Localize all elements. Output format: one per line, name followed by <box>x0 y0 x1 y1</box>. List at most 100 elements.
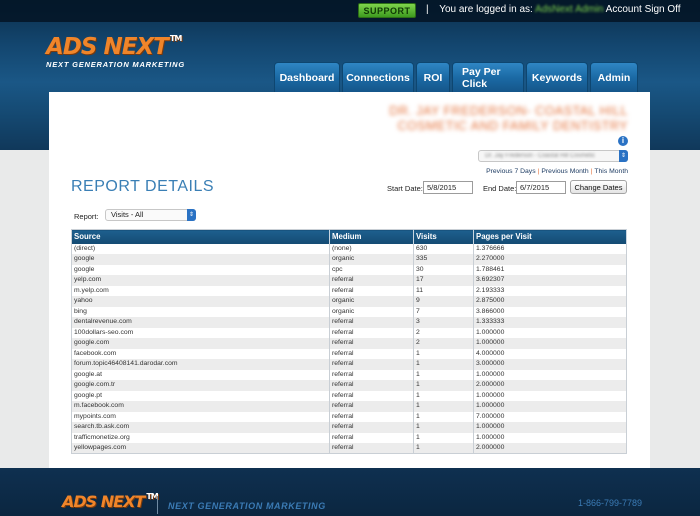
table-row: 100dollars-seo.com referral 2 1.000000 <box>71 327 627 338</box>
table-row: trafficmonetize.org referral 1 1.000000 <box>71 432 627 443</box>
tab-admin[interactable]: Admin <box>590 62 638 92</box>
cell-pages-per-visit: 1.000000 <box>473 338 627 349</box>
top-bar: SUPPORT | You are logged in as: AdsNext … <box>0 0 700 22</box>
cell-visits: 30 <box>413 264 474 275</box>
column-header-source[interactable]: Source <box>71 229 330 244</box>
cell-source: google <box>71 264 330 275</box>
cell-medium: referral <box>329 432 414 443</box>
this-month-link[interactable]: This Month <box>594 168 628 175</box>
table-row: yahoo organic 9 2.875000 <box>71 296 627 307</box>
cell-medium: referral <box>329 285 414 296</box>
column-header-pages-per-visit[interactable]: Pages per Visit <box>473 229 627 244</box>
info-icon[interactable]: i <box>618 136 628 146</box>
table-row: (direct) (none) 630 1.376666 <box>71 243 627 254</box>
cell-visits: 1 <box>413 432 474 443</box>
account-link[interactable]: Account <box>606 4 642 15</box>
cell-medium: referral <box>329 317 414 328</box>
login-status: | You are logged in as: AdsNext Admin Ac… <box>426 4 681 15</box>
change-dates-button[interactable]: Change Dates <box>570 180 627 194</box>
start-date-input[interactable]: 5/8/2015 <box>423 181 473 194</box>
cell-pages-per-visit: 2.000000 <box>473 443 627 454</box>
cell-visits: 9 <box>413 296 474 307</box>
cell-visits: 1 <box>413 348 474 359</box>
chevron-down-icon: ⇕ <box>187 209 196 221</box>
cell-medium: referral <box>329 327 414 338</box>
cell-pages-per-visit: 3.692307 <box>473 275 627 286</box>
cell-visits: 11 <box>413 285 474 296</box>
end-date-input[interactable]: 6/7/2015 <box>516 181 566 194</box>
cell-medium: referral <box>329 359 414 370</box>
page-title: REPORT DETAILS <box>71 178 215 195</box>
cell-source: google.pt <box>71 390 330 401</box>
table-row: forum.topic46408141.darodar.com referral 1… <box>71 359 627 370</box>
cell-medium: referral <box>329 380 414 391</box>
previous-7-days-link[interactable]: Previous 7 Days <box>486 168 536 175</box>
cell-medium: referral <box>329 401 414 412</box>
sign-off-link[interactable]: Sign Off <box>645 4 681 15</box>
cell-source: facebook.com <box>71 348 330 359</box>
cell-visits: 630 <box>413 243 474 254</box>
cell-source: forum.topic46408141.darodar.com <box>71 359 330 370</box>
footer-tagline: NEXT GENERATION MARKETING <box>168 501 326 511</box>
cell-visits: 2 <box>413 338 474 349</box>
table-row: yellowpages.com referral 1 2.000000 <box>71 443 627 454</box>
cell-visits: 1 <box>413 422 474 433</box>
cell-medium: organic <box>329 296 414 307</box>
brand-logo[interactable]: ADS NEXT TM NEXT GENERATION MARKETING <box>46 34 185 69</box>
cell-pages-per-visit: 3.866000 <box>473 306 627 317</box>
cell-medium: referral <box>329 348 414 359</box>
separator: | <box>426 4 429 15</box>
tab-dashboard[interactable]: Dashboard <box>274 62 340 92</box>
cell-pages-per-visit: 1.000000 <box>473 432 627 443</box>
cell-visits: 1 <box>413 369 474 380</box>
footer-logo[interactable]: ADS NEXT TM <box>62 492 159 511</box>
cell-source: yellowpages.com <box>71 443 330 454</box>
cell-visits: 7 <box>413 306 474 317</box>
cell-medium: organic <box>329 306 414 317</box>
cell-source: trafficmonetize.org <box>71 432 330 443</box>
user-name: AdsNext Admin <box>535 4 604 15</box>
table-row: google.com referral 2 1.000000 <box>71 338 627 349</box>
cell-medium: referral <box>329 390 414 401</box>
cell-pages-per-visit: 1.000000 <box>473 401 627 412</box>
cell-source: dentalrevenue.com <box>71 317 330 328</box>
table-row: yelp.com referral 17 3.692307 <box>71 275 627 286</box>
cell-source: mypoints.com <box>71 411 330 422</box>
practice-select[interactable]: Dr. Jay Frederson - Coastal Hill Cosmeti… <box>478 150 628 162</box>
table-row: dentalrevenue.com referral 3 1.333333 <box>71 317 627 328</box>
cell-medium: referral <box>329 369 414 380</box>
cell-pages-per-visit: 3.000000 <box>473 359 627 370</box>
cell-source: yelp.com <box>71 275 330 286</box>
cell-visits: 1 <box>413 443 474 454</box>
cell-medium: cpc <box>329 264 414 275</box>
support-button[interactable]: SUPPORT <box>358 3 416 18</box>
report-label: Report: <box>74 212 99 221</box>
table-row: m.facebook.com referral 1 1.000000 <box>71 401 627 412</box>
table-row: google organic 335 2.270000 <box>71 254 627 265</box>
tab-roi[interactable]: ROI <box>416 62 450 92</box>
cell-source: yahoo <box>71 296 330 307</box>
previous-month-link[interactable]: Previous Month <box>541 168 588 175</box>
cell-medium: (none) <box>329 243 414 254</box>
cell-pages-per-visit: 2.270000 <box>473 254 627 265</box>
tab-keywords[interactable]: Keywords <box>526 62 588 92</box>
cell-visits: 1 <box>413 411 474 422</box>
tab-connections[interactable]: Connections <box>342 62 414 92</box>
cell-medium: referral <box>329 422 414 433</box>
table-row: google.pt referral 1 1.000000 <box>71 390 627 401</box>
cell-visits: 2 <box>413 327 474 338</box>
cell-visits: 3 <box>413 317 474 328</box>
main-content: DR. JAY FREDERSON- COASTAL HILL COSMETIC… <box>49 92 650 468</box>
report-table: Source Medium Visits Pages per Visit (di… <box>71 229 627 454</box>
cell-source: 100dollars-seo.com <box>71 327 330 338</box>
cell-pages-per-visit: 1.333333 <box>473 317 627 328</box>
cell-pages-per-visit: 1.000000 <box>473 369 627 380</box>
column-header-visits[interactable]: Visits <box>413 229 474 244</box>
column-header-medium[interactable]: Medium <box>329 229 414 244</box>
table-header-row: Source Medium Visits Pages per Visit <box>71 229 627 244</box>
cell-pages-per-visit: 7.000000 <box>473 411 627 422</box>
report-select[interactable]: Visits - All ⇕ <box>105 209 196 221</box>
table-row: facebook.com referral 1 4.000000 <box>71 348 627 359</box>
cell-source: google.at <box>71 369 330 380</box>
tab-pay-per-click[interactable]: Pay Per Click <box>452 62 524 92</box>
